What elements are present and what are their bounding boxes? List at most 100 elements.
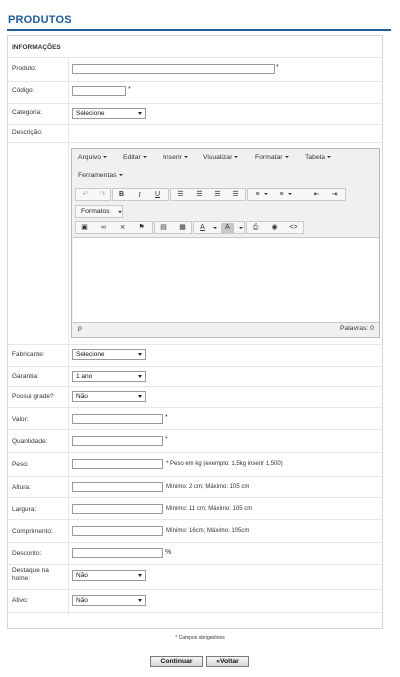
chevron-down-icon[interactable] [262, 190, 268, 200]
row-divider [8, 124, 382, 125]
color-group: A A [193, 221, 245, 234]
row-divider [8, 564, 382, 565]
largura-input[interactable] [72, 504, 163, 514]
categoria-select[interactable]: Selecione [72, 108, 146, 119]
menu-label: Ferramentas [78, 172, 117, 179]
menu-ferramentas[interactable]: Ferramentas [78, 172, 123, 179]
image-icon[interactable]: ▤ [157, 223, 170, 233]
fabricante-select[interactable]: Selecione [72, 349, 146, 360]
comprimento-input[interactable] [72, 526, 163, 536]
row-divider [8, 519, 382, 520]
unlink-icon[interactable]: ⨯ [116, 223, 129, 233]
description-editor: Arquivo Editar Inserir Visualizar Format… [71, 148, 380, 338]
menu-inserir[interactable]: Inserir [163, 154, 188, 161]
peso-input[interactable] [72, 459, 163, 469]
anchor-icon[interactable]: ⚑ [135, 223, 148, 233]
ativo-select[interactable]: Não [72, 595, 146, 606]
row-divider [8, 542, 382, 543]
row-divider [8, 386, 382, 387]
row-divider [8, 452, 382, 453]
codigo-label: Código: [12, 87, 35, 94]
required-mark: * [165, 414, 168, 421]
caret-icon [264, 193, 268, 196]
row-divider [8, 142, 382, 143]
chevron-down-icon [138, 112, 142, 115]
largura-hint: Mínimo: 11 cm; Máximo: 105 cm [166, 506, 253, 512]
continue-button[interactable]: Continuar [150, 656, 203, 667]
media-icon[interactable]: ▦ [176, 223, 189, 233]
caret-icon [183, 156, 188, 159]
produto-input[interactable] [72, 64, 275, 74]
history-group: ↶ ↷ [75, 188, 111, 201]
chevron-down-icon [138, 574, 142, 577]
valor-input[interactable] [72, 414, 163, 424]
required-fields-note: * Campos obrigatórios [175, 635, 225, 641]
categoria-label: Categoria: [12, 109, 42, 116]
preview-icon[interactable]: ◉ [268, 223, 281, 233]
menu-label: Inserir [163, 154, 182, 161]
destaque-select[interactable]: Não [72, 570, 146, 581]
print-icon[interactable]: ⎙ [249, 223, 262, 233]
altura-input[interactable] [72, 482, 163, 492]
menu-editar[interactable]: Editar [123, 154, 147, 161]
code-icon[interactable]: <> [287, 223, 300, 233]
caret-icon [327, 156, 332, 159]
valor-label: Valor: [12, 416, 29, 423]
caret-icon [288, 193, 292, 196]
row-divider [8, 589, 382, 590]
chevron-down-icon[interactable] [286, 190, 292, 200]
align-justify-icon[interactable]: ☰ [229, 190, 242, 200]
word-count: Palavras: 0 [339, 325, 374, 332]
underline-icon[interactable]: U [151, 190, 164, 200]
menu-label: Visualizar [203, 154, 233, 161]
insert-group: ▣ ∞ ⨯ ⚑ [75, 221, 153, 234]
chevron-down-icon [138, 353, 142, 356]
media-group: ▤ ▦ [154, 221, 192, 234]
destaque-label-line2: home: [12, 575, 31, 582]
editor-menubar: Arquivo Editar Inserir Visualizar Format… [72, 149, 379, 185]
menu-tabela[interactable]: Tabela [305, 154, 332, 161]
chevron-down-icon [138, 375, 142, 378]
undo-icon[interactable]: ↶ [79, 190, 92, 200]
background-color-icon[interactable]: A [221, 223, 234, 233]
possui-grade-selected: Não [76, 393, 88, 400]
back-button[interactable]: «Voltar [206, 656, 249, 667]
row-divider [8, 366, 382, 367]
largura-label: Largura: [12, 506, 37, 513]
row-divider [8, 407, 382, 408]
text-color-icon[interactable]: A [196, 223, 209, 233]
menu-visualizar[interactable]: Visualizar [203, 154, 239, 161]
align-right-icon[interactable]: ☰ [211, 190, 224, 200]
formats-label: Formatos [81, 208, 110, 215]
row-divider [8, 476, 382, 477]
quantidade-input[interactable] [72, 436, 163, 446]
codigo-input[interactable] [72, 86, 126, 96]
ativo-label: Ativo: [12, 597, 29, 604]
caret-icon [142, 156, 147, 159]
menu-formatar[interactable]: Formatar [255, 154, 289, 161]
indent-icon[interactable]: ⇥ [328, 190, 341, 200]
outdent-icon[interactable]: ⇤ [310, 190, 323, 200]
editor-content-area[interactable] [73, 237, 379, 323]
garantia-select[interactable]: 1 ano [72, 371, 146, 382]
garantia-label: Garantia: [12, 373, 39, 380]
paste-icon[interactable]: ▣ [78, 223, 91, 233]
possui-grade-select[interactable]: Não [72, 391, 146, 402]
link-icon[interactable]: ∞ [97, 223, 110, 233]
bold-icon[interactable]: B [115, 190, 128, 200]
editor-path: p [78, 325, 82, 332]
destaque-label-line1: Destaque na [12, 567, 49, 574]
row-divider [8, 612, 382, 613]
destaque-selected: Não [76, 572, 88, 579]
align-left-icon[interactable]: ☰ [174, 190, 187, 200]
align-center-icon[interactable]: ☰ [193, 190, 206, 200]
menu-arquivo[interactable]: Arquivo [78, 154, 108, 161]
desconto-input[interactable] [72, 548, 163, 558]
formats-dropdown[interactable]: Formatos [75, 205, 123, 218]
comprimento-hint: Mínimo: 16cm; Máximo: 105cm [166, 528, 250, 534]
caret-icon [213, 227, 217, 229]
redo-icon[interactable]: ↷ [96, 190, 109, 200]
required-mark: * [165, 436, 168, 443]
caret-icon [103, 156, 108, 159]
italic-icon[interactable]: I [133, 190, 146, 200]
